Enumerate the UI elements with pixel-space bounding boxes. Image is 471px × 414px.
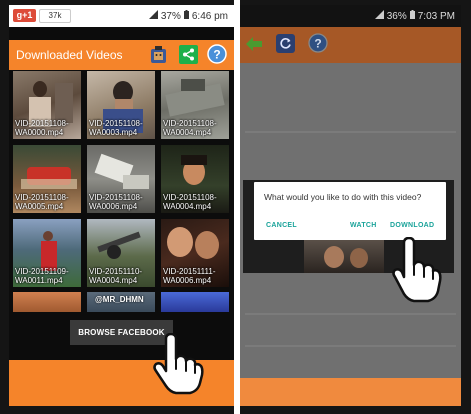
- facebook-downloader-icon[interactable]: [150, 44, 168, 66]
- refresh-icon[interactable]: [276, 34, 295, 53]
- app-bar: Downloaded Videos ?: [9, 40, 234, 70]
- signal-icon: [148, 10, 158, 22]
- video-filename: VID-20151108-WA0000.mp4: [15, 119, 69, 137]
- pointing-hand-icon: [152, 332, 204, 400]
- video-thumbnail-partial[interactable]: @MR_DHMN: [87, 292, 155, 312]
- bottom-bar: [240, 378, 461, 406]
- pointing-hand-icon: [392, 236, 442, 308]
- left-phone-screen: g+1 37k 37% 6:46 pm Downloaded Videos ? …: [9, 5, 234, 406]
- video-thumbnail[interactable]: VID-20151108-WA0005.mp4: [13, 145, 81, 213]
- watch-button[interactable]: WATCH: [350, 222, 377, 229]
- help-icon[interactable]: ?: [207, 44, 227, 64]
- video-thumbnail-partial[interactable]: [13, 292, 81, 312]
- svg-text:?: ?: [213, 48, 220, 62]
- dialog-message: What would you like to do with this vide…: [264, 192, 422, 202]
- screenshot-frame: g+1 37k 37% 6:46 pm Downloaded Videos ? …: [0, 0, 471, 414]
- battery-icon: [409, 10, 415, 22]
- video-filename: VID-20151108-WA0003.mp4: [89, 119, 143, 137]
- video-thumbnail[interactable]: VID-20151110-WA0004.mp4: [87, 219, 155, 287]
- app-bar: ?: [240, 27, 461, 63]
- google-plus-button[interactable]: g+1: [13, 9, 36, 22]
- google-plus-count: 37k: [39, 9, 71, 23]
- svg-text:?: ?: [314, 37, 321, 51]
- video-filename: VID-20151109-WA0011.mp4: [15, 267, 69, 285]
- video-thumbnail[interactable]: VID-20151108-WA0000.mp4: [13, 71, 81, 139]
- clock: 7:03 PM: [417, 10, 455, 22]
- video-filename: VID-20151111-WA0006.mp4: [163, 267, 216, 285]
- video-thumbnail[interactable]: VID-20151108-WA0003.mp4: [87, 71, 155, 139]
- video-thumbnail[interactable]: VID-20151108-WA0006.mp4: [87, 145, 155, 213]
- video-thumbnail[interactable]: VID-20151111-WA0006.mp4: [161, 219, 229, 287]
- video-thumbnail[interactable]: VID-20151108-WA0004.mp4: [161, 71, 229, 139]
- status-bar: g+1 37k 37% 6:46 pm: [9, 5, 234, 27]
- video-filename: VID-20151108-WA0004.mp4: [163, 119, 217, 137]
- cancel-button[interactable]: CANCEL: [266, 222, 297, 229]
- video-thumbnail[interactable]: VID-20151109-WA0011.mp4: [13, 219, 81, 287]
- download-button[interactable]: DOWNLOAD: [390, 222, 434, 229]
- action-dialog: What would you like to do with this vide…: [254, 182, 446, 240]
- battery-icon: [183, 10, 189, 22]
- video-watermark: @MR_DHMN: [95, 295, 144, 304]
- clock: 6:46 pm: [191, 10, 228, 22]
- video-filename: VID-20151108-WA0004.mp4: [163, 193, 217, 211]
- help-icon[interactable]: ?: [308, 33, 328, 53]
- battery-percent: 37%: [160, 10, 181, 22]
- video-thumbnail[interactable]: VID-20151108-WA0004.mp4: [161, 145, 229, 213]
- video-filename: VID-20151108-WA0006.mp4: [89, 193, 143, 211]
- video-thumbnail-partial[interactable]: [161, 292, 229, 312]
- video-filename: VID-20151108-WA0005.mp4: [15, 193, 69, 211]
- back-arrow-icon[interactable]: [245, 35, 263, 53]
- video-filename: VID-20151110-WA0004.mp4: [89, 267, 143, 285]
- app-title: Downloaded Videos: [16, 48, 123, 62]
- right-phone-screen: 36% 7:03 PM ? What would you like to do …: [240, 5, 461, 406]
- status-bar: 36% 7:03 PM: [240, 5, 461, 27]
- battery-percent: 36%: [386, 10, 407, 22]
- share-icon[interactable]: [179, 45, 198, 64]
- signal-icon: [374, 10, 384, 22]
